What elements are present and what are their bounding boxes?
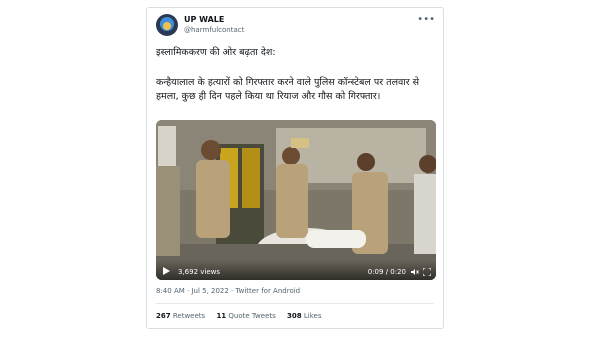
divider — [156, 303, 434, 304]
fullscreen-icon[interactable] — [423, 268, 431, 276]
quotes-label: Quote Tweets — [228, 312, 276, 320]
more-icon[interactable]: ••• — [417, 14, 435, 25]
video-player[interactable]: 3,692 views 0:09 / 0:20 — [156, 120, 436, 280]
likes-stat[interactable]: 308 Likes — [287, 312, 321, 320]
play-icon[interactable] — [163, 267, 170, 275]
video-frame — [156, 120, 436, 280]
view-count: 3,692 views — [178, 268, 221, 276]
volume-icon[interactable] — [411, 268, 419, 276]
likes-label: Likes — [303, 312, 322, 320]
video-duration: 0:09 / 0:20 — [367, 268, 406, 276]
tweet-card: UP WALE @harmfulcontact ••• इस्लामिककरण … — [146, 7, 444, 329]
retweets-stat[interactable]: 267 Retweets — [156, 312, 205, 320]
retweets-count: 267 — [156, 312, 171, 320]
quote-tweets-stat[interactable]: 11 Quote Tweets — [216, 312, 275, 320]
quotes-count: 11 — [216, 312, 227, 320]
tweet-stats: 267 Retweets 11 Quote Tweets 308 Likes — [156, 312, 330, 320]
tweet-text-heading: इस्लामिककरण की ओर बढ़ता देश: — [156, 47, 276, 58]
author-name[interactable]: UP WALE — [184, 15, 224, 24]
avatar[interactable] — [156, 14, 178, 36]
retweets-label: Retweets — [172, 312, 206, 320]
author-handle[interactable]: @harmfulcontact — [184, 26, 244, 34]
tweet-text-body: कन्हैयालाल के हत्यारों को गिरफ्तार करने … — [156, 77, 420, 102]
tweet-timestamp[interactable]: 8:40 AM · Jul 5, 2022 · Twitter for Andr… — [156, 287, 300, 295]
likes-count: 308 — [287, 312, 302, 320]
